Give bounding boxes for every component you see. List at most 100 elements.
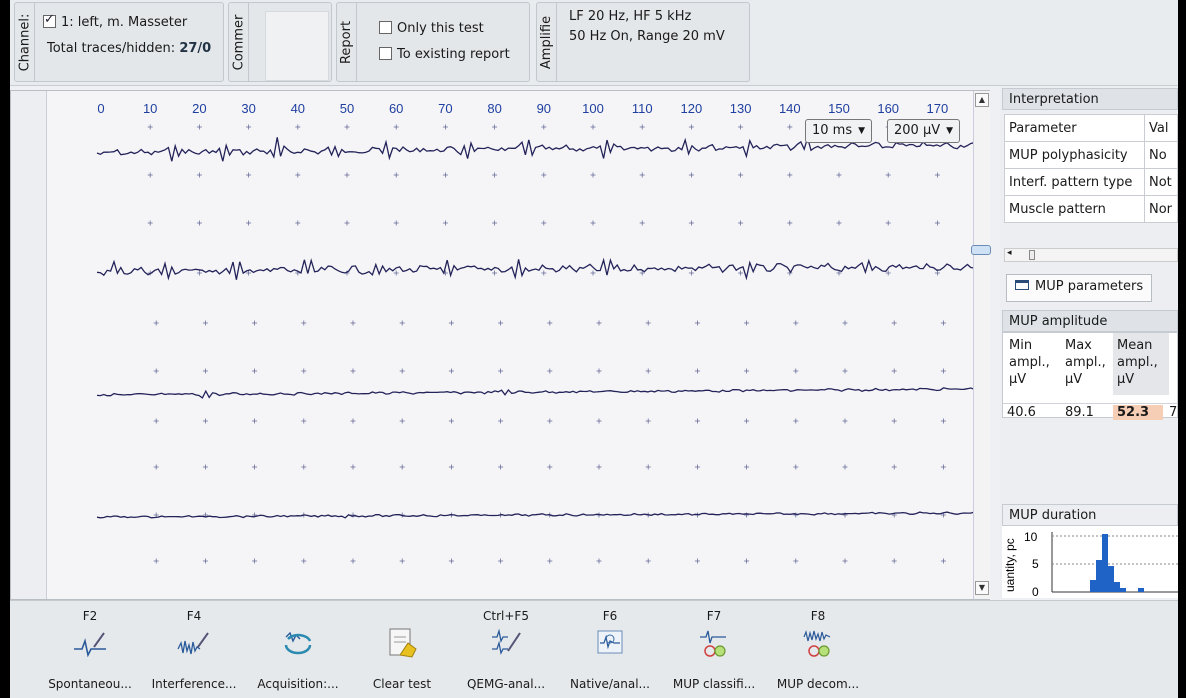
shortcut-key: F7 <box>706 609 722 623</box>
acquisition-button[interactable]: Acquisition:... <box>246 609 350 691</box>
timebase-dropdown[interactable]: 10 ms ▼ <box>805 119 873 143</box>
channel-checkbox[interactable]: 1: left, m. Masseter <box>43 12 188 30</box>
table-row[interactable]: Interf. pattern type Not <box>1004 168 1178 196</box>
amplifier-group-label: Amplifie <box>537 3 557 81</box>
emg-trace <box>96 387 973 399</box>
param-cell: Interf. pattern type <box>1004 168 1145 196</box>
column-header-parameter[interactable]: Parameter <box>1004 114 1145 142</box>
interference-button[interactable]: F4 Interference... <box>142 609 246 691</box>
x-tick-label: 20 <box>192 101 206 116</box>
x-tick-label: 120 <box>681 101 703 116</box>
mup-decomposition-button[interactable]: F8 MUP decom... <box>766 609 870 691</box>
y-tick-label: 0 <box>1032 585 1039 598</box>
extra-ampl-value: 7 <box>1169 405 1178 420</box>
channel-name: 1: left, m. Masseter <box>61 15 188 30</box>
sensitivity-dropdown[interactable]: 200 µV ▼ <box>887 119 961 143</box>
scroll-thumb[interactable] <box>1029 250 1035 260</box>
qemg-icon <box>492 628 521 655</box>
tab-label: MUP parameters <box>1035 279 1144 294</box>
column-header-value[interactable]: Val <box>1144 114 1178 142</box>
scroll-left-icon[interactable]: ◂ <box>1007 248 1012 258</box>
checkbox-checked-icon[interactable] <box>43 12 56 28</box>
spontaneous-button[interactable]: F2 Spontaneou... <box>38 609 142 691</box>
button-label: Native/anal... <box>570 677 650 691</box>
amplifier-filter-settings: LF 20 Hz, HF 5 kHz <box>569 9 692 24</box>
mup-duration-title: MUP duration <box>1002 504 1178 526</box>
divider <box>1003 403 1178 404</box>
mean-ampl-value[interactable]: 52.3 <box>1113 405 1163 420</box>
histogram-bar <box>1102 534 1108 592</box>
traces-label: Total traces/hidden: <box>47 41 176 56</box>
tab-mup-parameters[interactable]: MUP parameters <box>1006 274 1153 302</box>
amplifier-group: Amplifie LF 20 Hz, HF 5 kHz 50 Hz On, Ra… <box>536 2 750 82</box>
native-analysis-button[interactable]: F6 Native/anal... <box>558 609 662 691</box>
clear-test-icon <box>389 628 417 658</box>
report-group: Report Only this test To existing report <box>336 2 530 82</box>
mup-classification-button[interactable]: F7 MUP classifi... <box>662 609 766 691</box>
mup-decompose-icon <box>803 629 831 657</box>
spontaneous-icon <box>74 632 106 658</box>
param-cell: MUP polyphasicity <box>1004 141 1145 169</box>
param-cell: Muscle pattern <box>1004 195 1145 223</box>
x-tick-label: 90 <box>537 101 551 116</box>
only-this-test-label: Only this test <box>397 21 484 36</box>
mup-amplitude-table: Min ampl., µV Max ampl., µV Mean ampl., µV 40.… <box>1002 332 1178 420</box>
max-ampl-header: Max ampl., µV <box>1065 338 1106 387</box>
x-tick-label: 80 <box>487 101 501 116</box>
shortcut-key: F8 <box>810 609 826 623</box>
trace-plot[interactable]: 0 10 20 30 40 50 60 70 80 90 100 110 120 130 140 150 160… <box>47 91 973 599</box>
table-row[interactable]: Muscle pattern Nor <box>1004 195 1178 223</box>
y-tick-label: 10 <box>1024 530 1038 544</box>
interpretation-title: Interpretation <box>1002 88 1178 110</box>
comment-group: Commer <box>228 2 332 82</box>
x-tick-label: 0 <box>97 101 104 116</box>
to-existing-report-checkbox[interactable]: To existing report <box>379 47 510 62</box>
table-row[interactable]: MUP polyphasicity No <box>1004 141 1178 169</box>
button-label: MUP classifi... <box>672 677 756 691</box>
scroll-up-icon[interactable]: ▲ <box>975 93 989 107</box>
report-group-label: Report <box>337 3 357 81</box>
scroll-thumb[interactable] <box>971 245 991 255</box>
shortcut-key <box>350 609 454 625</box>
max-ampl-value: 89.1 <box>1065 405 1094 420</box>
button-label: Interference... <box>151 677 237 691</box>
emg-trace <box>96 257 973 281</box>
x-tick-label: 130 <box>730 101 752 116</box>
comment-field[interactable] <box>265 11 329 81</box>
qemg-analysis-button[interactable]: Ctrl+F5 QEMG-anal... <box>454 609 558 691</box>
clear-test-button[interactable]: Clear test <box>350 609 454 691</box>
acquisition-icon <box>284 631 312 655</box>
checkbox-unchecked-icon[interactable] <box>379 47 392 60</box>
timebase-value: 10 ms <box>812 123 853 138</box>
shortcut-key: F4 <box>186 609 202 623</box>
only-this-test-checkbox[interactable]: Only this test <box>379 21 484 36</box>
checkbox-unchecked-icon[interactable] <box>379 21 392 34</box>
button-label: Clear test <box>372 677 432 691</box>
chevron-down-icon: ▼ <box>946 126 954 136</box>
x-tick-label: 40 <box>291 101 305 116</box>
horizontal-scrollbar[interactable]: ◂ <box>1004 248 1178 262</box>
histogram-bar <box>1138 588 1144 592</box>
chevron-down-icon: ▼ <box>858 126 866 136</box>
native-icon <box>597 630 623 654</box>
histogram-bar <box>1120 588 1126 592</box>
shortcut-key: F2 <box>82 609 98 623</box>
vertical-scrollbar[interactable]: ▲ ▼ <box>971 91 991 599</box>
x-tick-label: 110 <box>632 101 653 116</box>
sensitivity-value: 200 µV <box>894 123 941 138</box>
traces-info: Total traces/hidden: 27/0 <box>47 41 211 56</box>
shortcut-key <box>246 609 350 625</box>
value-cell: No <box>1144 141 1178 169</box>
button-label: Acquisition:... <box>257 677 339 691</box>
emg-trace <box>96 511 973 519</box>
x-tick-label: 160 <box>877 101 899 116</box>
mup-duration-histogram: uantity, pc 10 5 0 <box>1002 526 1178 598</box>
scroll-down-icon[interactable]: ▼ <box>975 581 989 595</box>
x-tick-label: 60 <box>389 101 403 116</box>
shortcut-key: Ctrl+F5 <box>483 609 529 623</box>
emg-trace-display[interactable]: 0 10 20 30 40 50 60 70 80 90 100 110 120 130 140 150 160… <box>10 90 991 600</box>
right-panel: Interpretation Parameter Val MUP polypha… <box>1000 86 1178 598</box>
mean-ampl-header: Mean ampl., µV <box>1117 338 1158 387</box>
x-tick-label: 140 <box>779 101 801 116</box>
x-tick-label: 50 <box>340 101 354 116</box>
